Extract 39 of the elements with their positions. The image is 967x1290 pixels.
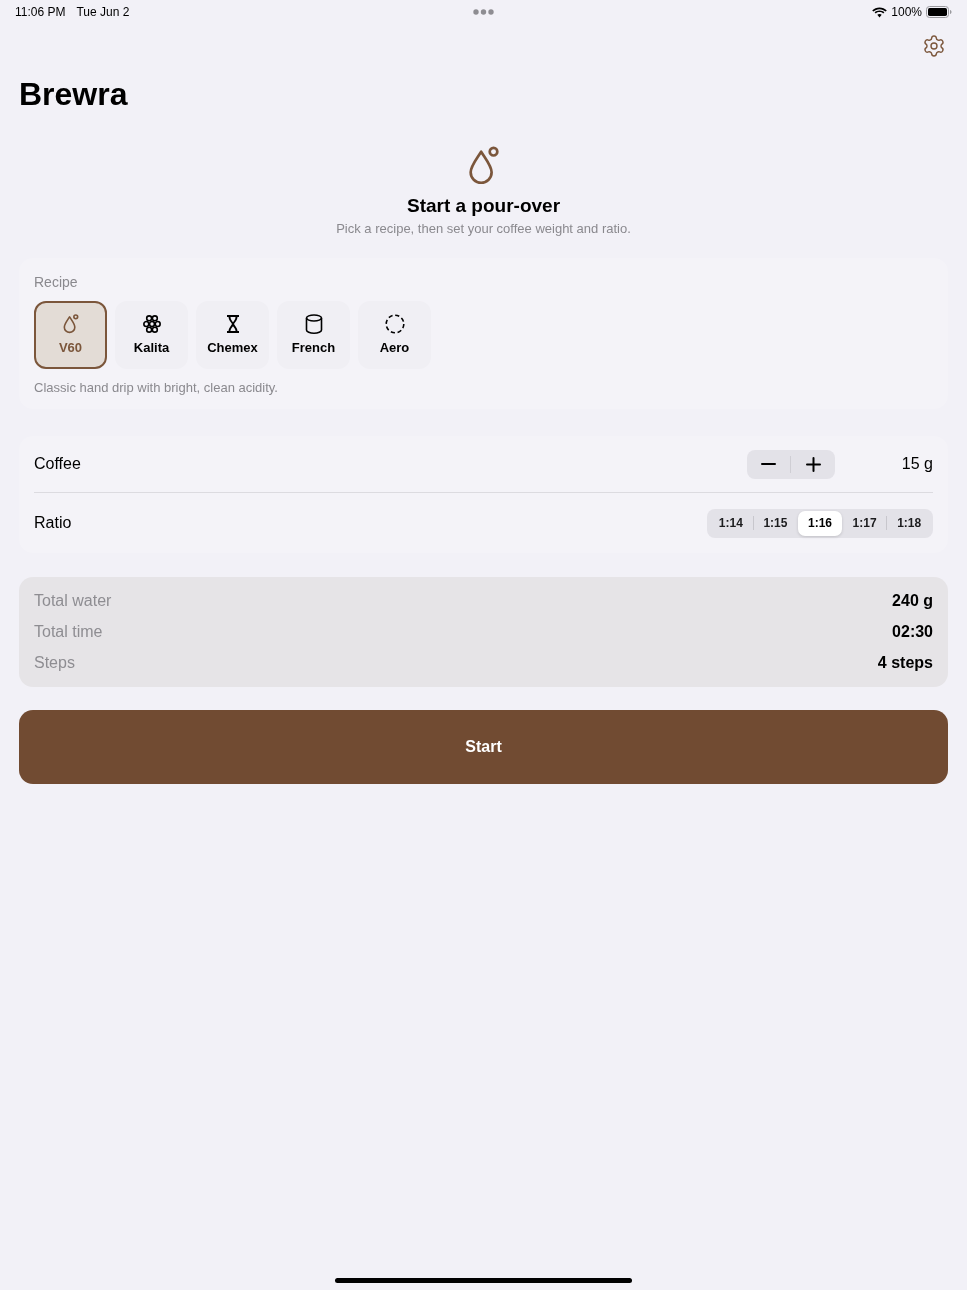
wifi-icon bbox=[872, 6, 888, 18]
ratio-segment[interactable]: 1:17 bbox=[842, 510, 887, 536]
recipe-tile[interactable]: V60 bbox=[34, 301, 107, 369]
start-button[interactable]: Start bbox=[19, 710, 948, 784]
ratio-segment[interactable]: 1:15 bbox=[753, 510, 798, 536]
recipe-tile[interactable]: French bbox=[277, 301, 350, 369]
summary-value: 4 steps bbox=[877, 652, 933, 673]
battery-percentage: 100% bbox=[891, 4, 922, 21]
hourglass-icon bbox=[225, 315, 240, 333]
hero-title: Start a pour-over bbox=[406, 194, 561, 218]
settings-icon bbox=[922, 34, 946, 58]
battery-icon bbox=[926, 6, 952, 18]
plus-icon bbox=[805, 456, 821, 472]
circle-cluster-icon bbox=[141, 315, 162, 333]
summary-value: 02:30 bbox=[892, 621, 933, 642]
summary-label: Total time bbox=[34, 621, 103, 642]
coffee-value: 15 g bbox=[901, 454, 933, 474]
recipe-description: Classic hand drip with bright, clean acidity. bbox=[34, 379, 278, 397]
summary-label: Steps bbox=[34, 652, 75, 673]
status-time: 11:06 PM bbox=[15, 4, 66, 21]
hero-subtitle: Pick a recipe, then set your coffee weight and ratio. bbox=[336, 220, 631, 238]
app-title: Brewra bbox=[19, 75, 128, 114]
ratio-segment[interactable]: 1:16 bbox=[798, 510, 842, 536]
summary-label: Total water bbox=[34, 590, 112, 611]
ratio-segment[interactable]: 1:14 bbox=[709, 510, 753, 536]
dashed-circle-icon bbox=[384, 314, 405, 334]
recipe-label: Recipe bbox=[34, 273, 78, 292]
ratio-segment[interactable]: 1:18 bbox=[887, 510, 931, 536]
recipe-tile[interactable]: Aero bbox=[358, 301, 431, 369]
more-icon bbox=[473, 9, 494, 15]
ratio-label: Ratio bbox=[34, 513, 72, 533]
settings-button[interactable] bbox=[922, 34, 946, 58]
minus-icon bbox=[761, 463, 777, 465]
summary-value: 240 g bbox=[892, 590, 933, 611]
status-date: Tue Jun 2 bbox=[76, 4, 130, 21]
cylinder-icon bbox=[304, 314, 323, 334]
recipe-tile[interactable]: Kalita bbox=[115, 301, 188, 369]
recipe-tile[interactable]: Chemex bbox=[196, 301, 269, 369]
coffee-label: Coffee bbox=[34, 454, 81, 474]
